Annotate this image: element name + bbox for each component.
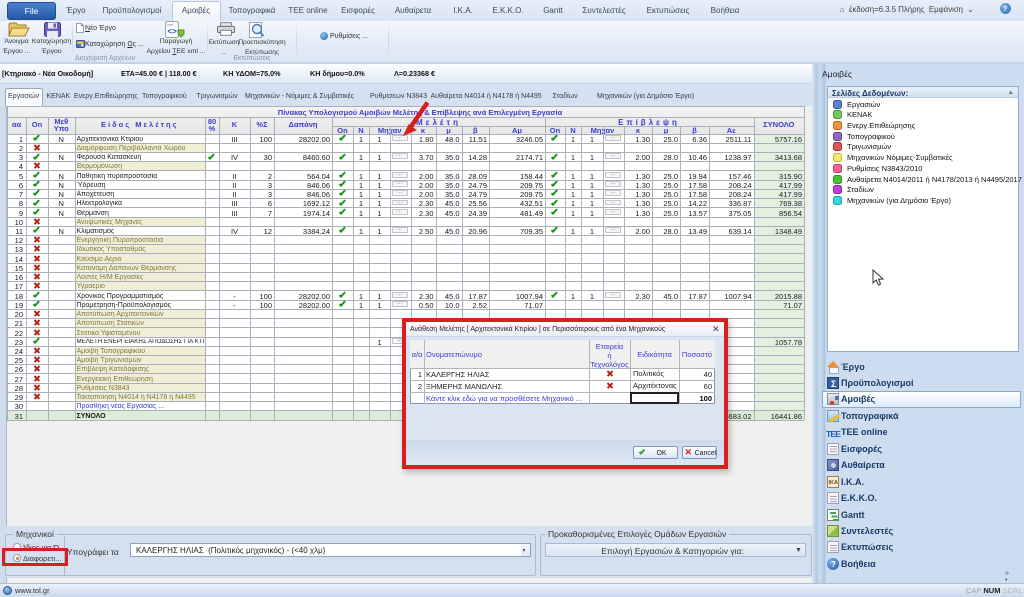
svg-text:<>: <> [168,27,178,36]
